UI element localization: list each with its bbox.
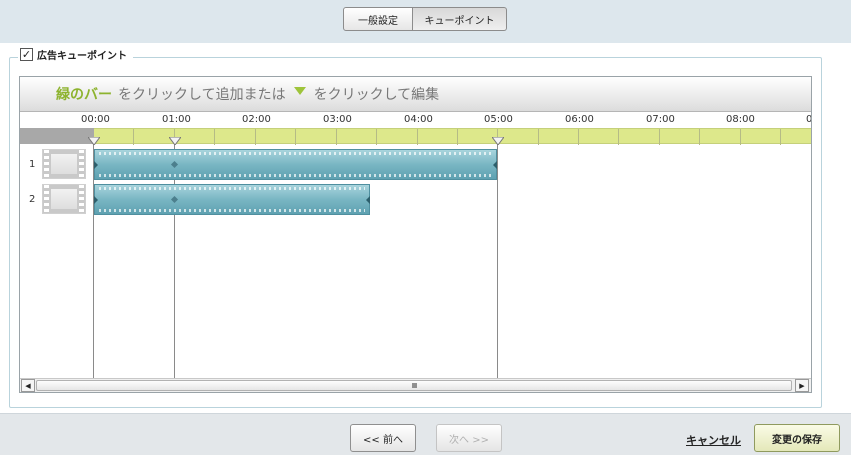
ruler-tick-label: 00:00 <box>81 114 110 125</box>
cue-line <box>497 140 498 378</box>
ruler-tick <box>417 129 418 145</box>
cue-point-dot[interactable] <box>170 160 179 169</box>
ad-cue-points-checkbox[interactable]: ✓ <box>20 47 33 61</box>
fieldset-legend: ✓ 広告キューポイント <box>18 46 133 62</box>
ruler-tick <box>295 129 296 145</box>
scroll-thumb[interactable]: IIIII <box>36 380 792 391</box>
scroll-right-icon[interactable]: ▶ <box>795 379 809 392</box>
ruler-tick-label: 06:00 <box>565 114 594 125</box>
video-clip-2[interactable] <box>94 184 370 215</box>
timeline-head <box>20 128 94 144</box>
legend-label: 広告キューポイント <box>37 50 127 62</box>
instruction-text-2: をクリックして編集 <box>313 87 440 103</box>
cue-point-dot[interactable] <box>170 195 179 204</box>
ruler-tick <box>376 129 377 145</box>
ruler-tick <box>740 129 741 145</box>
film-thumbnail-icon <box>42 184 86 214</box>
save-changes-button[interactable]: 変更の保存 <box>754 424 840 452</box>
ruler-tick <box>214 129 215 145</box>
cue-marker-icon[interactable] <box>492 137 504 145</box>
horizontal-scrollbar[interactable]: ◀ IIIII ▶ <box>20 378 811 392</box>
top-bar: 一般設定 キューポイント <box>0 0 851 43</box>
ruler-tick-label: 01:00 <box>162 114 191 125</box>
ruler-tick <box>538 129 539 145</box>
row-number: 2 <box>29 194 36 205</box>
cue-add-bar[interactable] <box>20 128 811 145</box>
footer-bar: << 前へ 次へ >> キャンセル 変更の保存 <box>0 413 851 455</box>
ruler-tick-label: 02:00 <box>242 114 271 125</box>
cue-marker-icon[interactable] <box>88 137 100 145</box>
cue-marker-icon[interactable] <box>169 137 181 145</box>
ruler-tick <box>578 129 579 145</box>
ruler-tick-label: 0 <box>806 114 812 125</box>
ruler-tick-label: 04:00 <box>404 114 433 125</box>
ruler-tick <box>336 129 337 145</box>
ruler-tick <box>699 129 700 145</box>
ruler-tick-label: 03:00 <box>323 114 352 125</box>
ruler-tick <box>659 129 660 145</box>
instruction-text-1: をクリックして追加または <box>118 87 286 103</box>
video-clip-1[interactable] <box>94 149 497 180</box>
tab-group: 一般設定 キューポイント <box>343 7 507 31</box>
next-button[interactable]: 次へ >> <box>436 424 502 452</box>
cue-marker-icon <box>293 87 306 95</box>
instruction-green-bar: 緑のバー <box>56 87 112 103</box>
ruler-tick <box>133 129 134 145</box>
timeline-ruler: 00:00 01:00 02:00 03:00 04:00 05:00 06:0… <box>20 113 811 129</box>
row-number: 1 <box>29 159 36 170</box>
tab-general-settings[interactable]: 一般設定 <box>343 7 413 31</box>
ruler-tick <box>255 129 256 145</box>
ruler-tick <box>618 129 619 145</box>
ruler-tick <box>457 129 458 145</box>
scroll-left-icon[interactable]: ◀ <box>21 379 35 392</box>
ruler-tick <box>780 129 781 145</box>
ruler-tick-label: 05:00 <box>484 114 513 125</box>
film-thumbnail-icon <box>42 149 86 179</box>
cancel-link[interactable]: キャンセル <box>686 432 741 448</box>
ruler-tick-label: 08:00 <box>726 114 755 125</box>
cue-point-editor: 緑のバー をクリックして追加または をクリックして編集 00:00 01:00 … <box>19 76 812 393</box>
tab-cue-points[interactable]: キューポイント <box>413 7 507 31</box>
ruler-tick-label: 07:00 <box>646 114 675 125</box>
editor-instructions: 緑のバー をクリックして追加または をクリックして編集 <box>20 77 811 112</box>
prev-button[interactable]: << 前へ <box>350 424 416 452</box>
